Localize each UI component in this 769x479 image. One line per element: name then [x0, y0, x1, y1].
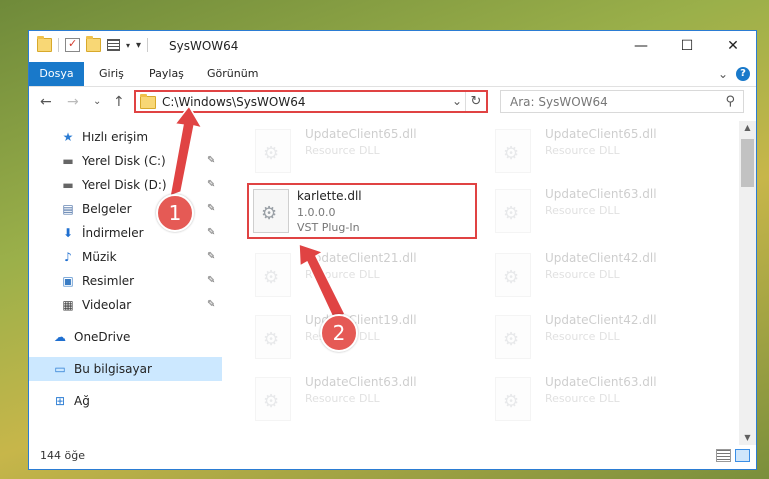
arrow-2: [298, 242, 346, 322]
step-badge-2: 2: [320, 314, 358, 352]
arrow-1: [169, 104, 204, 198]
step-badge-1: 1: [156, 194, 194, 232]
annotation-arrows: [169, 104, 346, 322]
